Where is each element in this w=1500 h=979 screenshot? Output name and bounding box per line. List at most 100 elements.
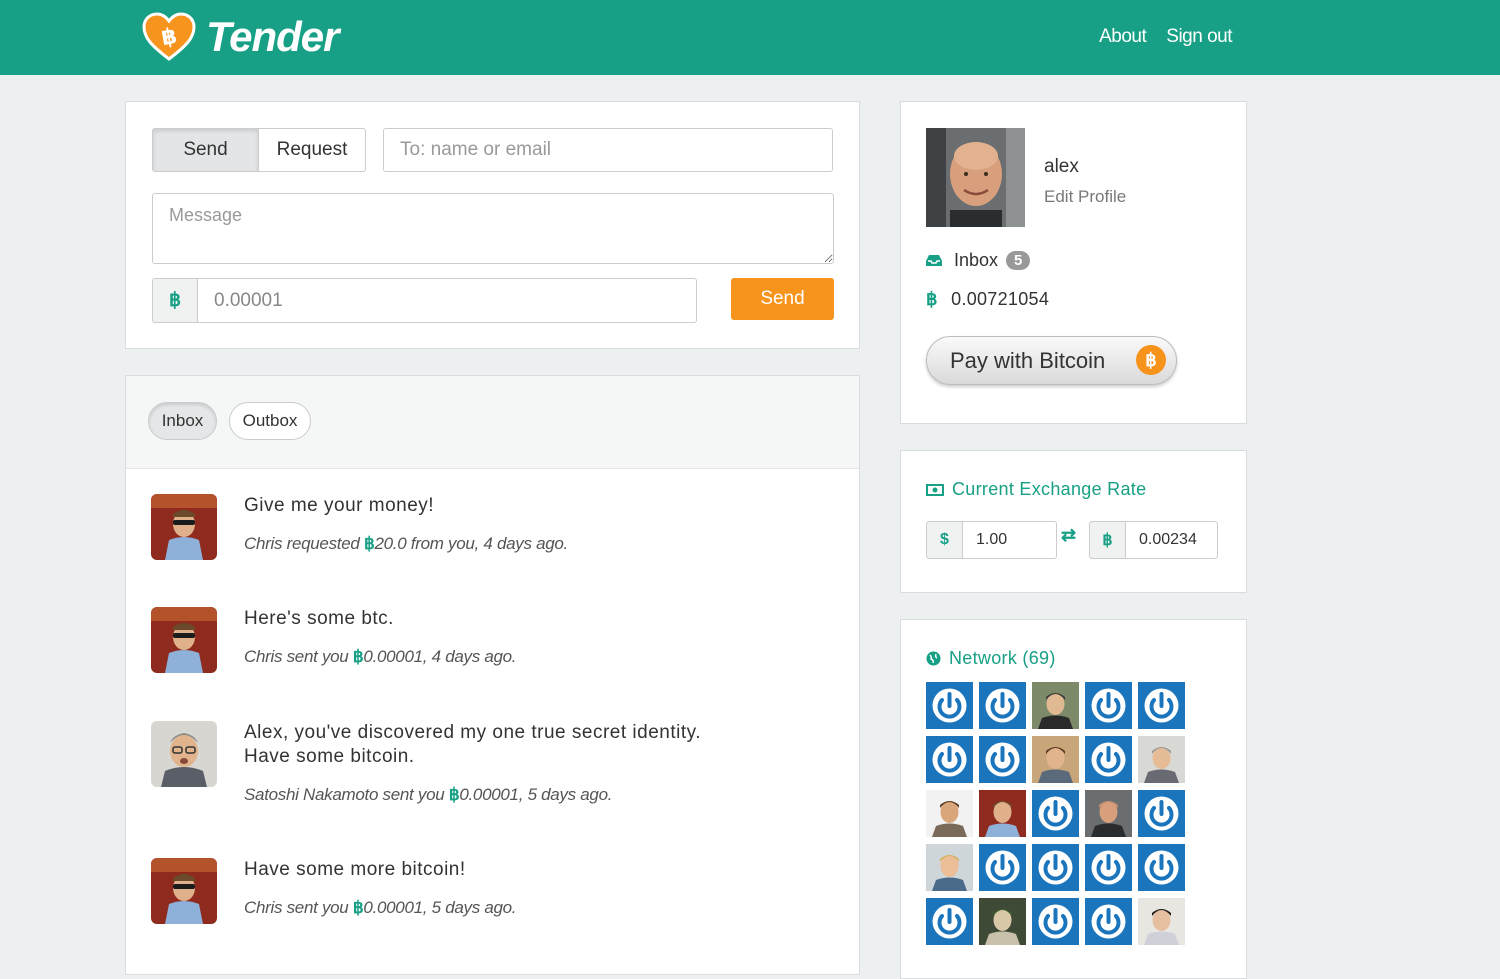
pay-with-bitcoin-button[interactable]: Pay with Bitcoin ฿ <box>926 336 1177 385</box>
sign-out-link[interactable]: Sign out <box>1166 26 1232 48</box>
message-meta-suffix: , 5 days ago. <box>422 898 517 917</box>
sender-avatar[interactable] <box>151 721 217 787</box>
message-amount: 0.00001 <box>459 785 519 804</box>
network-member-avatar[interactable] <box>979 790 1026 837</box>
swap-arrows-icon[interactable]: ⇄ <box>1061 525 1076 546</box>
message-amount: 0.00001 <box>363 898 423 917</box>
bitcoin-symbol-icon: ฿ <box>352 647 364 666</box>
edit-profile-link[interactable]: Edit Profile <box>1044 187 1126 207</box>
network-member-power-icon[interactable] <box>1032 844 1079 891</box>
network-member-power-icon[interactable] <box>979 844 1026 891</box>
message-meta: Chris requested ฿20.0 from you, 4 days a… <box>244 534 568 554</box>
message-meta-prefix: Chris requested <box>244 534 364 553</box>
amount-group: ฿ <box>152 278 697 323</box>
request-tab[interactable]: Request <box>259 128 366 172</box>
send-button[interactable]: Send <box>731 278 834 320</box>
network-member-avatar[interactable] <box>979 898 1026 945</box>
bitcoin-symbol-icon: ฿ <box>363 534 375 553</box>
usd-input[interactable] <box>963 521 1057 559</box>
profile-photo-image <box>926 128 1025 227</box>
network-member-power-icon[interactable] <box>979 682 1026 729</box>
compose-panel: Send Request ฿ Send <box>125 101 860 349</box>
network-title: Network (69) <box>926 648 1056 669</box>
btc-group: ฿ <box>1089 521 1218 559</box>
network-member-power-icon[interactable] <box>1138 682 1185 729</box>
network-member-avatar[interactable] <box>1138 898 1185 945</box>
brand-name: Tender <box>206 13 339 60</box>
message-amount: 20.0 <box>374 534 407 553</box>
network-member-power-icon[interactable] <box>1085 898 1132 945</box>
message-meta-prefix: Satoshi Nakamoto sent you <box>244 785 449 804</box>
message-meta-suffix: from you, 4 days ago. <box>406 534 568 553</box>
message-meta-prefix: Chris sent you <box>244 898 353 917</box>
network-member-power-icon[interactable] <box>926 898 973 945</box>
message-title: Here's some btc. <box>244 608 394 629</box>
sender-avatar[interactable] <box>151 494 217 560</box>
bitcoin-symbol-icon: ฿ <box>152 278 198 323</box>
send-tab[interactable]: Send <box>152 128 259 172</box>
nav-links: About Sign out <box>1099 26 1232 48</box>
message-meta: Chris sent you ฿0.00001, 4 days ago. <box>244 647 517 667</box>
bitcoin-symbol-icon: ฿ <box>448 785 460 804</box>
network-member-power-icon[interactable] <box>926 736 973 783</box>
profile-name: alex <box>1044 156 1079 177</box>
network-member-avatar[interactable] <box>1138 736 1185 783</box>
dollar-icon: $ <box>926 521 963 559</box>
network-panel: Network (69) <box>900 619 1247 979</box>
message-meta: Chris sent you ฿0.00001, 5 days ago. <box>244 898 517 918</box>
exchange-rate-panel: Current Exchange Rate $ ⇄ ฿ <box>900 450 1247 593</box>
network-member-power-icon[interactable] <box>1085 844 1132 891</box>
about-link[interactable]: About <box>1099 26 1147 48</box>
profile-avatar[interactable] <box>926 128 1025 227</box>
send-request-toggle: Send Request <box>152 128 366 172</box>
bitcoin-symbol-icon: ฿ <box>352 898 364 917</box>
message-title: Alex, you've discovered my one true secr… <box>244 722 701 767</box>
brand-logo[interactable]: ฿ Tender <box>142 12 339 62</box>
network-member-power-icon[interactable] <box>1085 682 1132 729</box>
message-title: Have some more bitcoin! <box>244 859 466 880</box>
message-title: Give me your money! <box>244 495 435 516</box>
inbox-icon <box>926 255 942 266</box>
usd-group: $ <box>926 521 1057 559</box>
btc-input[interactable] <box>1126 521 1218 559</box>
network-grid <box>926 682 1185 945</box>
network-title-text: Network (69) <box>949 648 1056 668</box>
balance-value: 0.00721054 <box>951 289 1050 309</box>
recipient-input[interactable] <box>383 128 833 172</box>
inbox-count-badge: 5 <box>1006 251 1031 270</box>
sender-avatar[interactable] <box>151 607 217 673</box>
network-member-avatar[interactable] <box>1032 736 1079 783</box>
money-icon <box>926 483 944 496</box>
network-member-avatar[interactable] <box>1032 682 1079 729</box>
outbox-tab[interactable]: Outbox <box>229 402 311 440</box>
bitcoin-coin-icon: ฿ <box>1136 345 1166 375</box>
network-member-power-icon[interactable] <box>1085 736 1132 783</box>
message-meta-suffix: , 4 days ago. <box>422 647 517 666</box>
top-navbar: ฿ Tender About Sign out <box>0 0 1500 75</box>
inbox-label: Inbox <box>954 250 999 270</box>
bitcoin-symbol-icon: ฿ <box>926 289 938 309</box>
exchange-rate-title: Current Exchange Rate <box>926 479 1146 500</box>
inbox-link[interactable]: Inbox 5 <box>926 250 1031 271</box>
sender-avatar[interactable] <box>151 858 217 924</box>
profile-panel: alex Edit Profile Inbox 5 ฿ 0.00721054 P… <box>900 101 1247 424</box>
network-member-avatar[interactable] <box>1085 790 1132 837</box>
bitcoin-symbol-icon: ฿ <box>1089 521 1126 559</box>
network-member-power-icon[interactable] <box>979 736 1026 783</box>
amount-input[interactable] <box>198 278 697 323</box>
message-input[interactable] <box>152 193 834 264</box>
network-member-power-icon[interactable] <box>1032 790 1079 837</box>
message-meta-suffix: , 5 days ago. <box>518 785 613 804</box>
messages-panel: Inbox Outbox Give me your money! Chris re… <box>125 375 860 975</box>
exchange-rate-title-text: Current Exchange Rate <box>952 479 1147 499</box>
network-member-avatar[interactable] <box>926 844 973 891</box>
globe-icon <box>926 651 941 666</box>
message-amount: 0.00001 <box>363 647 423 666</box>
network-member-avatar[interactable] <box>926 790 973 837</box>
pay-with-bitcoin-label: Pay with Bitcoin <box>950 347 1106 373</box>
network-member-power-icon[interactable] <box>926 682 973 729</box>
network-member-power-icon[interactable] <box>1032 898 1079 945</box>
inbox-tab[interactable]: Inbox <box>148 402 217 440</box>
network-member-power-icon[interactable] <box>1138 844 1185 891</box>
network-member-power-icon[interactable] <box>1138 790 1185 837</box>
